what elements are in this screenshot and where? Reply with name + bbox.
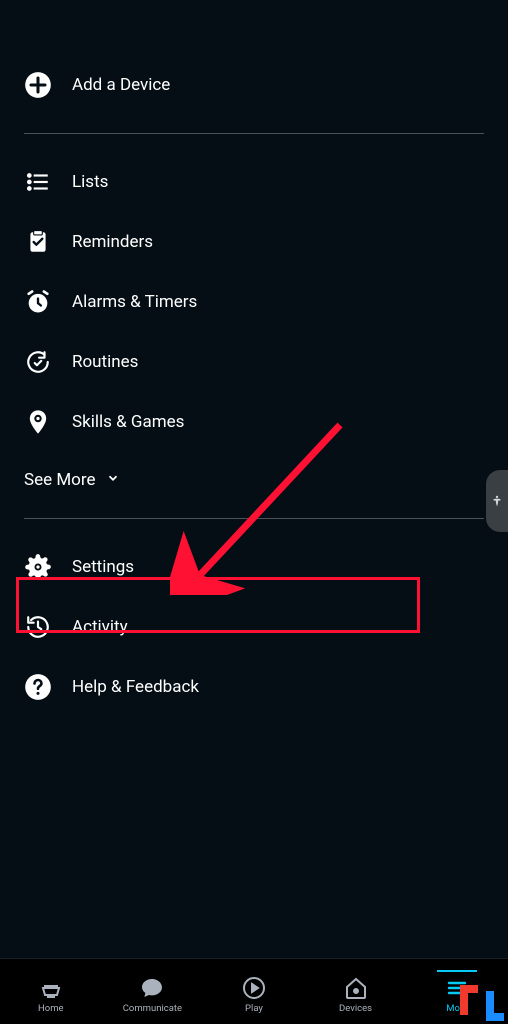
- nav-label: Communicate: [123, 1003, 182, 1014]
- menu-item-label: Reminders: [72, 232, 153, 252]
- nav-home[interactable]: Home: [0, 970, 102, 1014]
- communicate-icon: [140, 976, 164, 1000]
- nav-communicate[interactable]: Communicate: [102, 970, 204, 1014]
- menu-item-label: Routines: [72, 352, 138, 372]
- menu-item-label: Lists: [72, 172, 108, 192]
- menu-item-label: Alarms & Timers: [72, 292, 197, 312]
- plus-circle-icon: [24, 71, 52, 99]
- menu-item-alarms-timers[interactable]: Alarms & Timers: [24, 272, 484, 332]
- history-icon: [24, 613, 52, 641]
- clipboard-check-icon: [24, 228, 52, 256]
- help-icon: [24, 673, 52, 701]
- menu-item-skills-games[interactable]: Skills & Games: [24, 392, 484, 452]
- menu-item-label: Add a Device: [72, 75, 170, 95]
- play-icon: [242, 976, 266, 1000]
- menu-item-label: Settings: [72, 557, 134, 577]
- nav-devices[interactable]: Devices: [305, 970, 407, 1014]
- menu-item-label: Skills & Games: [72, 412, 184, 432]
- gear-icon: [24, 553, 52, 581]
- menu-item-label: Help & Feedback: [72, 677, 199, 697]
- accessibility-tab[interactable]: [486, 470, 508, 532]
- routine-icon: [24, 348, 52, 376]
- menu-item-label: Activity: [72, 617, 128, 637]
- nav-label: Home: [38, 1003, 64, 1014]
- more-icon: [445, 976, 469, 1000]
- menu-item-routines[interactable]: Routines: [24, 332, 484, 392]
- list-icon: [24, 168, 52, 196]
- menu-item-help-feedback[interactable]: Help & Feedback: [24, 657, 484, 717]
- menu-item-reminders[interactable]: Reminders: [24, 212, 484, 272]
- menu-item-lists[interactable]: Lists: [24, 152, 484, 212]
- divider: [24, 133, 484, 134]
- divider: [24, 518, 484, 519]
- skills-icon: [24, 408, 52, 436]
- see-more-toggle[interactable]: See More: [24, 452, 484, 500]
- devices-icon: [344, 976, 368, 1000]
- nav-label: More: [446, 1003, 468, 1014]
- nav-label: Devices: [339, 1003, 372, 1014]
- nav-label: Play: [245, 1003, 263, 1014]
- alarm-icon: [24, 288, 52, 316]
- nav-play[interactable]: Play: [203, 970, 305, 1014]
- chevron-down-icon: [106, 470, 120, 490]
- menu-item-add-device[interactable]: Add a Device: [24, 55, 484, 115]
- menu-item-settings[interactable]: Settings: [24, 537, 484, 597]
- bottom-nav: Home Communicate Play Devices More: [0, 958, 508, 1024]
- see-more-label: See More: [24, 470, 96, 490]
- menu-item-activity[interactable]: Activity: [24, 597, 484, 657]
- home-icon: [39, 976, 63, 1000]
- nav-more[interactable]: More: [406, 970, 508, 1014]
